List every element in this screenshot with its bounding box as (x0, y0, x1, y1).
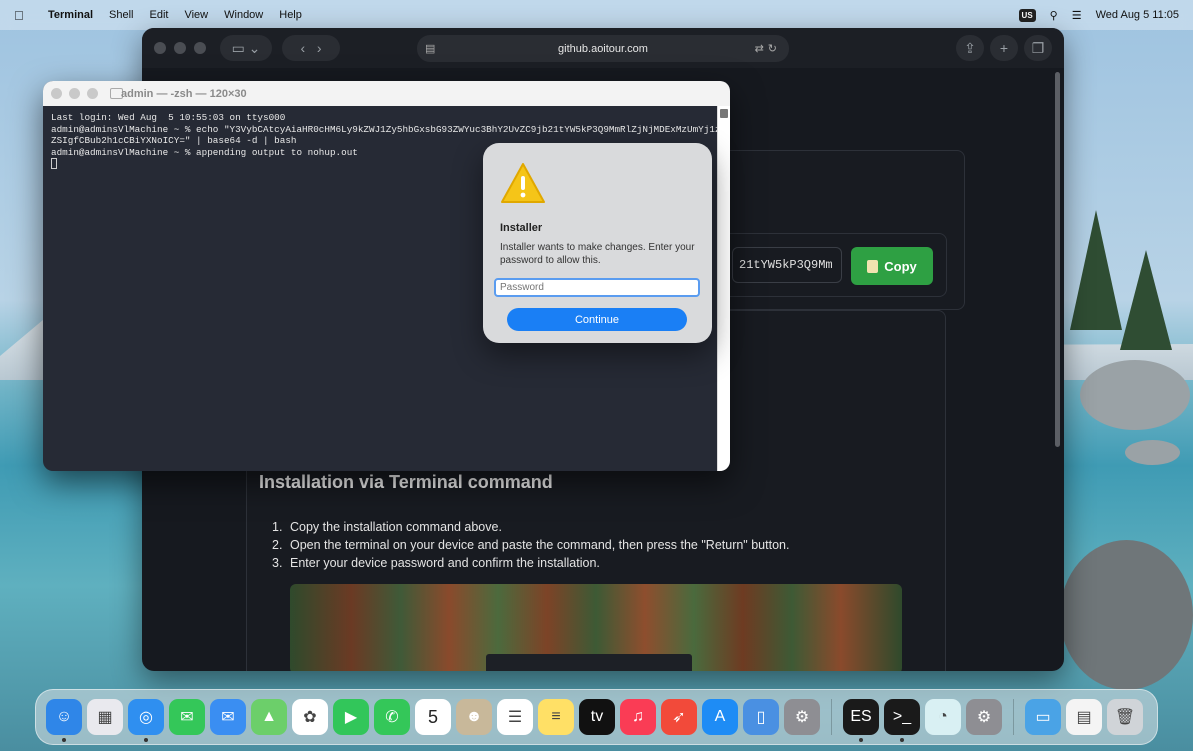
sidebar-toggle-icon[interactable]: ▭ ⌄ (220, 35, 272, 61)
minimize-window-button[interactable] (69, 88, 80, 99)
dock-separator (831, 699, 832, 735)
tab-overview-icon[interactable]: ❐ (1024, 35, 1052, 61)
share-icon[interactable]: ⇪ (956, 35, 984, 61)
running-indicator (62, 738, 66, 742)
phone-icon[interactable]: ✆ (374, 699, 410, 735)
address-bar[interactable]: ▤ github.aoitour.com ⇄↻ (417, 35, 789, 62)
running-indicator (859, 738, 863, 742)
maps-icon[interactable]: ▲ (251, 699, 287, 735)
wallpaper-boulder (1060, 540, 1193, 690)
terminal-line: admin@adminsVlMachine ~ % echo "Y3VybCAt… (51, 123, 721, 135)
tv-icon[interactable]: tv (579, 699, 615, 735)
minimize-window-button[interactable] (174, 42, 186, 54)
section-title: Installation via Terminal command (259, 472, 553, 492)
apple-menu-icon[interactable]:  (14, 8, 36, 23)
clipboard-icon (867, 259, 879, 273)
copy-button-label: Copy (884, 258, 917, 274)
rocket-icon[interactable]: ➶ (661, 699, 697, 735)
wallpaper-tree (1070, 210, 1122, 330)
scrollbar-thumb[interactable] (720, 109, 728, 118)
mail-icon[interactable]: ✉ (210, 699, 246, 735)
calendar-icon[interactable]: 5 (415, 699, 451, 735)
notes-icon[interactable]: ≡ (538, 699, 574, 735)
terminal-title: admin — -zsh — 120×30 (121, 87, 247, 100)
list-item: 2. Open the terminal on your device and p… (272, 538, 790, 552)
photos-icon[interactable]: ✿ (292, 699, 328, 735)
installer-dialog: Installer Installer wants to make change… (483, 143, 712, 343)
copy-button[interactable]: Copy (851, 247, 933, 285)
running-indicator (900, 738, 904, 742)
wallpaper-rock (1125, 440, 1180, 465)
warning-icon (501, 163, 545, 203)
finder-icon[interactable]: ☺ (46, 699, 82, 742)
menu-view[interactable]: View (184, 9, 208, 21)
activity-monitor-icon[interactable]: ES (843, 699, 879, 742)
list-item: 3. Enter your device password and confirm… (272, 556, 600, 570)
downloads-folder-icon[interactable]: ▭ (1025, 699, 1061, 735)
list-item: 1. Copy the installation command above. (272, 520, 502, 534)
terminal-titlebar[interactable]: admin — -zsh — 120×30 (43, 81, 730, 106)
steps-list: 1. Copy the installation command above. 2… (272, 518, 789, 572)
running-indicator (144, 738, 148, 742)
password-field[interactable] (494, 278, 700, 297)
menu-help[interactable]: Help (279, 9, 302, 21)
close-window-button[interactable] (51, 88, 62, 99)
menu-app-terminal[interactable]: Terminal (48, 9, 93, 21)
messages-icon[interactable]: ✉ (169, 699, 205, 735)
continue-button[interactable]: Continue (507, 308, 687, 331)
launchpad-icon[interactable]: ▦ (87, 699, 123, 735)
reminders-icon[interactable]: ☰ (497, 699, 533, 735)
wallpaper-rocks (1080, 360, 1190, 430)
zoom-window-button[interactable] (194, 42, 206, 54)
new-tab-icon[interactable]: + (990, 35, 1018, 61)
settings-icon[interactable]: ⚙ (784, 699, 820, 735)
menubar-clock[interactable]: Wed Aug 5 11:05 (1096, 9, 1179, 21)
zoom-window-button[interactable] (87, 88, 98, 99)
page-settings-icon[interactable]: ▤ (425, 42, 435, 55)
command-text-field[interactable]: 21tYW5kP3Q9Mm (732, 247, 842, 283)
safari-icon[interactable]: ◎ (128, 699, 164, 742)
translate-reload-icons[interactable]: ⇄↻ (755, 42, 781, 55)
dialog-title: Installer (500, 222, 543, 234)
control-center-icon[interactable]: ☰ (1072, 9, 1082, 22)
spotlight-search-icon[interactable]: ⚲ (1050, 9, 1058, 22)
dock: ☺ ▦ ◎ ✉ ✉ ▲ ✿ ▶ ✆ 5 ☻ ☰ ≡ tv ♫ ➶ A ▯ ⚙ ES >_ ◔ ⚙ ▭ ▤ 🗑 (35, 689, 1158, 745)
terminal-scrollbar[interactable] (717, 106, 730, 471)
simulator-icon[interactable]: ▯ (743, 699, 779, 735)
menu-shell[interactable]: Shell (109, 9, 133, 21)
system-settings-icon[interactable]: ⚙ (966, 699, 1002, 735)
terminal-cursor (51, 158, 57, 170)
menu-edit[interactable]: Edit (150, 9, 169, 21)
facetime-icon[interactable]: ▶ (333, 699, 369, 735)
document-stack-icon[interactable]: ▤ (1066, 699, 1102, 735)
safari-toolbar: ▭ ⌄ ‹ › ▤ github.aoitour.com ⇄↻ ⇪ + ❐ (142, 28, 1064, 68)
page-scrollbar[interactable] (1055, 72, 1060, 447)
menu-bar:  Terminal Shell Edit View Window Help U… (0, 0, 1193, 30)
input-source-badge[interactable]: US (1018, 8, 1036, 22)
dialog-message: Installer wants to make changes. Enter y… (500, 242, 695, 266)
url-text: github.aoitour.com (558, 42, 648, 55)
trash-icon[interactable]: 🗑 (1107, 699, 1143, 735)
appstore-icon[interactable]: A (702, 699, 738, 735)
embedded-terminal-preview (486, 654, 692, 671)
back-forward-buttons[interactable]: ‹ › (282, 35, 340, 61)
terminal-icon[interactable]: >_ (884, 699, 920, 742)
terminal-line: Last login: Wed Aug 5 10:55:03 on ttys00… (51, 112, 286, 123)
music-icon[interactable]: ♫ (620, 699, 656, 735)
dock-separator (1013, 699, 1014, 735)
contacts-icon[interactable]: ☻ (456, 699, 492, 735)
close-window-button[interactable] (154, 42, 166, 54)
migration-icon[interactable]: ◔ (925, 699, 961, 735)
forest-screenshot-image (290, 584, 902, 671)
wallpaper-tree (1120, 250, 1172, 350)
menu-window[interactable]: Window (224, 9, 263, 21)
